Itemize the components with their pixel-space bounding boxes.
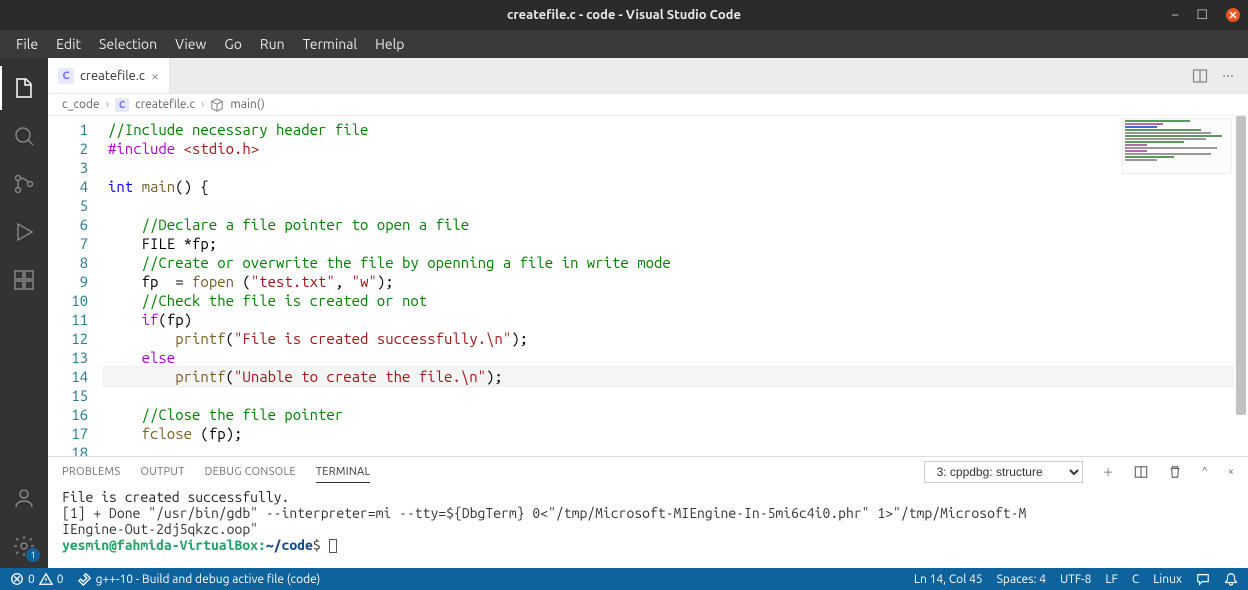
status-os[interactable]: Linux xyxy=(1153,573,1182,586)
feedback-icon[interactable] xyxy=(1196,572,1210,586)
tab-label: createfile.c xyxy=(80,69,145,83)
editor-scrollbar[interactable] xyxy=(1234,116,1248,456)
kill-terminal-icon[interactable] xyxy=(1168,465,1182,479)
window-title: createfile.c - code - Visual Studio Code xyxy=(507,8,741,22)
tab-close-icon[interactable]: × xyxy=(151,68,159,84)
breadcrumb-file[interactable]: createfile.c xyxy=(135,98,195,111)
close-panel-icon[interactable]: × xyxy=(1228,466,1234,478)
split-terminal-icon[interactable] xyxy=(1134,465,1148,479)
panel-tab-output[interactable]: OUTPUT xyxy=(140,462,184,482)
status-indent[interactable]: Spaces: 4 xyxy=(997,573,1046,586)
window-titlebar: createfile.c - code - Visual Studio Code… xyxy=(0,0,1248,30)
breadcrumb-symbol[interactable]: main() xyxy=(230,98,264,111)
menubar: File Edit Selection View Go Run Terminal… xyxy=(0,30,1248,58)
c-file-icon: C xyxy=(58,68,74,84)
menu-view[interactable]: View xyxy=(167,33,214,55)
panel-tab-problems[interactable]: PROBLEMS xyxy=(62,462,120,482)
line-number-gutter: 123456789101112131415161718 xyxy=(48,116,104,456)
source-control-icon[interactable] xyxy=(0,162,48,206)
tab-createfile[interactable]: C createfile.c × xyxy=(48,58,170,93)
terminal-body[interactable]: File is created successfully. [1] + Done… xyxy=(48,487,1248,568)
chevron-right-icon: › xyxy=(106,98,109,111)
bell-icon[interactable] xyxy=(1224,572,1238,586)
menu-selection[interactable]: Selection xyxy=(91,33,165,55)
cube-icon xyxy=(210,98,224,112)
panel-tab-terminal[interactable]: TERMINAL xyxy=(316,462,371,483)
new-terminal-icon[interactable]: ＋ xyxy=(1103,464,1114,480)
maximize-panel-icon[interactable]: ^ xyxy=(1202,466,1208,478)
run-debug-icon[interactable] xyxy=(0,210,48,254)
menu-file[interactable]: File xyxy=(8,33,46,55)
maximize-button[interactable]: ☐ xyxy=(1196,8,1208,23)
breadcrumb-folder[interactable]: c_code xyxy=(62,98,100,111)
more-actions-icon[interactable]: ··· xyxy=(1222,67,1234,85)
menu-help[interactable]: Help xyxy=(367,33,412,55)
status-language[interactable]: C xyxy=(1132,573,1139,586)
terminal-line: IEngine-Out-2dj5qkzc.oop" xyxy=(62,521,1234,537)
chevron-right-icon: › xyxy=(201,98,204,111)
status-bar: 0 0 g++-10 - Build and debug active file… xyxy=(0,568,1248,590)
activity-bar: 1 xyxy=(0,58,48,568)
menu-edit[interactable]: Edit xyxy=(48,33,89,55)
extensions-icon[interactable] xyxy=(0,258,48,302)
settings-badge: 1 xyxy=(26,548,40,562)
c-file-icon: C xyxy=(115,98,129,112)
status-eol[interactable]: LF xyxy=(1105,573,1117,586)
code-body[interactable]: //Include necessary header file#include … xyxy=(104,116,1248,456)
close-button[interactable] xyxy=(1226,8,1240,22)
status-encoding[interactable]: UTF-8 xyxy=(1060,573,1091,586)
terminal-line: File is created successfully. xyxy=(62,489,1234,505)
menu-go[interactable]: Go xyxy=(216,33,249,55)
status-build-task[interactable]: g++-10 - Build and debug active file (co… xyxy=(78,572,321,586)
settings-gear-icon[interactable]: 1 xyxy=(0,524,48,568)
tab-bar: C createfile.c × ··· xyxy=(48,58,1248,94)
panel-tabs: PROBLEMS OUTPUT DEBUG CONSOLE TERMINAL 3… xyxy=(48,457,1248,487)
search-icon[interactable] xyxy=(0,114,48,158)
editor-group: C createfile.c × ··· c_code › C createfi… xyxy=(48,58,1248,568)
status-ln-col[interactable]: Ln 14, Col 45 xyxy=(914,573,983,586)
terminal-line: [1] + Done "/usr/bin/gdb" --interpreter=… xyxy=(62,505,1234,521)
status-errors[interactable]: 0 0 xyxy=(10,572,64,586)
terminal-selector[interactable]: 3: cppdbg: structure xyxy=(924,461,1083,483)
split-editor-icon[interactable] xyxy=(1192,68,1208,84)
breadcrumb[interactable]: c_code › C createfile.c › main() xyxy=(48,94,1248,116)
panel: PROBLEMS OUTPUT DEBUG CONSOLE TERMINAL 3… xyxy=(48,456,1248,568)
terminal-prompt: yesmin@fahmida-VirtualBox:~/code$ xyxy=(62,537,1234,553)
account-icon[interactable] xyxy=(0,476,48,520)
menu-terminal[interactable]: Terminal xyxy=(295,33,366,55)
explorer-icon[interactable] xyxy=(0,66,48,110)
code-editor[interactable]: 123456789101112131415161718 //Include ne… xyxy=(48,116,1248,456)
minimize-button[interactable]: – xyxy=(1172,8,1178,22)
tab-actions: ··· xyxy=(1192,58,1248,93)
panel-tab-debug-console[interactable]: DEBUG CONSOLE xyxy=(205,462,296,482)
minimap[interactable] xyxy=(1122,118,1232,174)
window-controls: – ☐ xyxy=(1172,8,1240,23)
menu-run[interactable]: Run xyxy=(252,33,293,55)
